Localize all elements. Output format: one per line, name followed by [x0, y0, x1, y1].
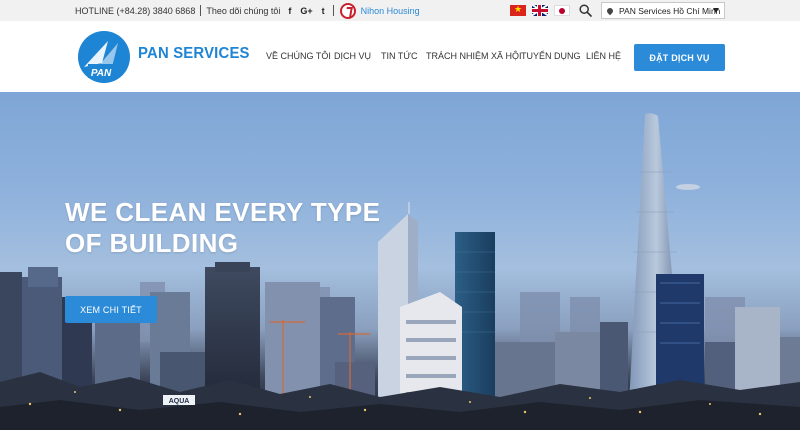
- vietnam-flag-icon[interactable]: [510, 4, 526, 16]
- book-service-button[interactable]: ĐẶT DỊCH VỤ: [634, 44, 725, 71]
- city-skyline-image: AQUA: [0, 113, 800, 430]
- nav-item-contact[interactable]: LIÊN HỆ: [586, 51, 621, 61]
- nav-item-careers[interactable]: TUYỂN DỤNG: [521, 51, 581, 61]
- logo-text: PAN: [91, 68, 112, 79]
- top-bar: HOTLINE (+84.28) 3840 6868 Theo dõi chún…: [0, 0, 800, 21]
- hero-title: WE CLEAN EVERY TYPE OF BUILDING: [65, 197, 380, 259]
- nav-item-social-responsibility[interactable]: TRÁCH NHIỆM XÃ HỘI: [426, 51, 522, 61]
- hero-title-line-2: OF BUILDING: [65, 228, 239, 258]
- nihon-housing-link[interactable]: Nihon Housing: [361, 6, 420, 16]
- divider: [332, 5, 334, 16]
- nav-item-services[interactable]: DỊCH VỤ: [334, 51, 371, 61]
- map-pin-icon: [605, 6, 615, 15]
- hotline-text[interactable]: HOTLINE (+84.28) 3840 6868: [75, 6, 195, 16]
- japan-flag-icon[interactable]: [554, 5, 570, 16]
- view-details-button[interactable]: XEM CHI TIẾT: [65, 296, 157, 323]
- aqua-sign-text: AQUA: [169, 398, 190, 405]
- google-plus-icon[interactable]: G+: [300, 6, 312, 16]
- nav-item-news[interactable]: TIN TỨC: [381, 51, 418, 61]
- hero-banner: AQUA WE CLEAN EVERY TYPE OF BUILDING XEM…: [0, 92, 800, 430]
- uk-flag-icon[interactable]: [532, 5, 548, 16]
- twitter-icon[interactable]: t: [322, 6, 325, 16]
- nav-item-about[interactable]: VỀ CHÚNG TÔI: [266, 51, 331, 61]
- facebook-icon[interactable]: f: [288, 6, 291, 16]
- hero-title-line-1: WE CLEAN EVERY TYPE: [65, 197, 381, 227]
- follow-label: Theo dõi chúng tôi: [206, 5, 281, 16]
- chevron-down-icon: [713, 8, 719, 13]
- site-header: PAN PAN SERVICES VỀ CHÚNG TÔI DỊCH VỤ TI…: [0, 21, 800, 92]
- brand-name[interactable]: PAN SERVICES: [138, 45, 250, 63]
- nihon-housing-logo-icon[interactable]: [339, 2, 356, 19]
- search-icon[interactable]: [579, 4, 592, 17]
- location-select[interactable]: PAN Services Hồ Chí Minh: [601, 2, 725, 19]
- pan-services-logo[interactable]: PAN: [78, 31, 130, 83]
- divider: [200, 5, 202, 16]
- top-bar-left: HOTLINE (+84.28) 3840 6868 Theo dõi chún…: [75, 0, 420, 21]
- location-select-value: PAN Services Hồ Chí Minh: [619, 5, 721, 16]
